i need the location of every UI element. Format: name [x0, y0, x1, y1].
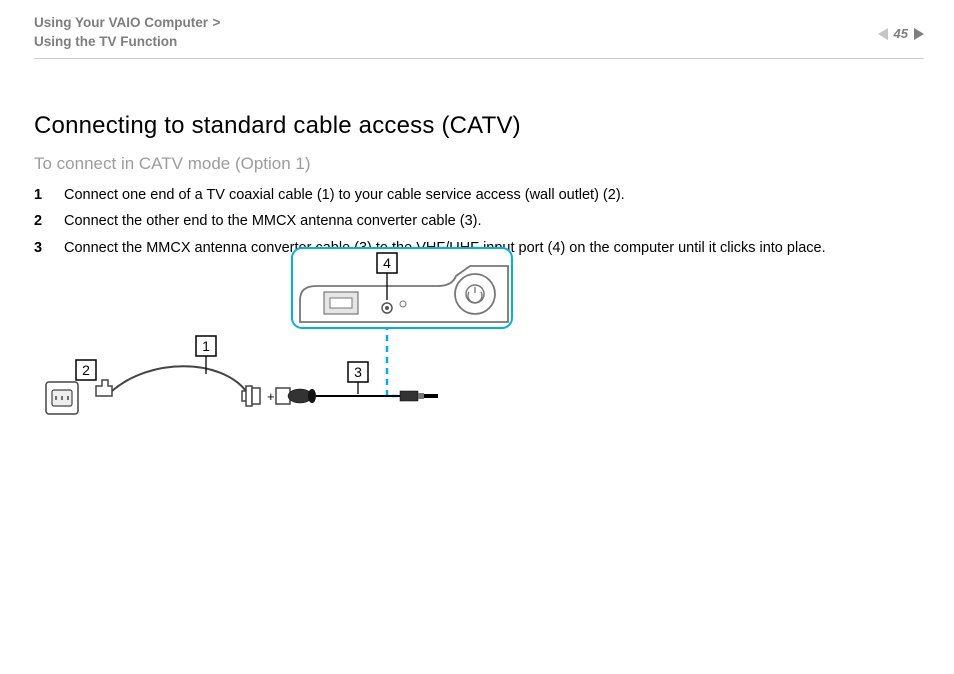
callout-2: 2 [76, 360, 96, 380]
content-area: Connecting to standard cable access (CAT… [34, 112, 920, 263]
step-number: 1 [34, 184, 64, 206]
step-text: Connect one end of a TV coaxial cable (1… [64, 184, 920, 206]
page-subtitle: To connect in CATV mode (Option 1) [34, 154, 920, 174]
step-number: 2 [34, 210, 64, 232]
svg-text:3: 3 [354, 364, 362, 380]
breadcrumb-level-1: Using Your VAIO Computer [34, 15, 208, 30]
breadcrumb-separator: > [212, 15, 220, 30]
step-item: 2 Connect the other end to the MMCX ante… [34, 210, 920, 232]
svg-text:4: 4 [383, 255, 391, 271]
svg-text:1: 1 [202, 338, 210, 354]
page-nav: 45 [878, 26, 924, 41]
page: Using Your VAIO Computer > Using the TV … [0, 0, 954, 674]
breadcrumb-level-2: Using the TV Function [34, 34, 924, 49]
svg-text:2: 2 [82, 362, 90, 378]
coaxial-cable [96, 366, 260, 406]
prev-page-arrow-icon[interactable] [878, 28, 888, 40]
callout-1: 1 [196, 336, 216, 356]
callout-3: 3 [348, 362, 368, 382]
diagram-svg: + 2 [40, 248, 560, 448]
page-header: Using Your VAIO Computer > Using the TV … [34, 14, 924, 59]
step-item: 1 Connect one end of a TV coaxial cable … [34, 184, 920, 206]
next-page-arrow-icon[interactable] [914, 28, 924, 40]
wall-outlet [46, 382, 78, 414]
computer-port-panel [292, 248, 512, 328]
plus-symbol: + [267, 389, 275, 404]
callout-4: 4 [377, 253, 397, 273]
page-number: 45 [894, 26, 908, 41]
page-title: Connecting to standard cable access (CAT… [34, 112, 920, 140]
diagram-area: + 2 [40, 248, 560, 448]
breadcrumb: Using Your VAIO Computer > [34, 14, 924, 32]
step-text: Connect the other end to the MMCX antenn… [64, 210, 920, 232]
mmcx-converter-cable [276, 388, 438, 404]
